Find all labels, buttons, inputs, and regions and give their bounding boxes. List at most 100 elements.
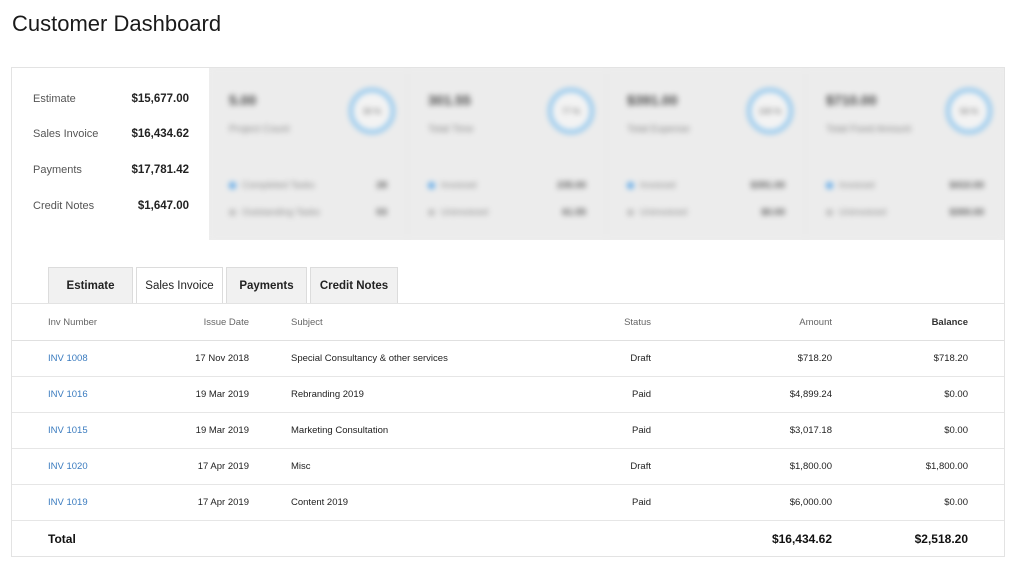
invoice-link[interactable]: INV 1020	[48, 461, 88, 472]
amount-cell: $6,000.00	[651, 484, 832, 521]
total-label: Total	[48, 532, 76, 546]
kpi-value: $391.00	[627, 92, 678, 108]
issue-date-cell: 17 Apr 2019	[132, 484, 249, 521]
subject-cell: Special Consultancy & other services	[249, 340, 549, 377]
kpi-card: $710.00 Total Fixed Amount 56 % Invoiced…	[806, 68, 1004, 240]
summary-value: $17,781.42	[131, 164, 189, 176]
subject-cell: Misc	[249, 448, 549, 485]
legend-dot-icon	[826, 209, 833, 216]
amount-cell: $718.20	[651, 340, 832, 377]
summary-row-sales-invoice: Sales Invoice $16,434.62	[33, 124, 189, 144]
kpi-value: $710.00	[826, 92, 877, 108]
header-balance[interactable]: Balance	[832, 304, 1004, 341]
summary-label: Sales Invoice	[33, 128, 99, 140]
header-amount[interactable]: Amount	[651, 304, 832, 341]
balance-cell: $1,800.00	[832, 448, 1004, 485]
kpi-card: 5.00 Project Count 30 % Completed Tasks …	[209, 68, 408, 240]
legend-label: Invoiced	[441, 180, 477, 191]
kpi-progress-ring: 100 %	[747, 88, 793, 134]
summary-value: $1,647.00	[137, 200, 189, 212]
kpi-legend-item: Completed Tasks	[229, 180, 315, 191]
legend-label: Uninvoiced	[441, 207, 488, 218]
empty-cell	[132, 521, 249, 558]
legend-value: 03	[376, 207, 387, 218]
kpi-legend-item: Invoiced	[826, 180, 874, 191]
inv-number-cell: INV 1015	[12, 412, 132, 449]
summary-card: Estimate $15,677.00 Sales Invoice $16,43…	[12, 68, 209, 240]
status-cell: Paid	[549, 376, 651, 413]
legend-label: Completed Tasks	[242, 180, 315, 191]
tab-sales-invoice[interactable]: Sales Invoice	[136, 267, 223, 304]
issue-date-cell: 17 Apr 2019	[132, 448, 249, 485]
invoice-link[interactable]: INV 1019	[48, 497, 88, 508]
issue-date-cell: 17 Nov 2018	[132, 340, 249, 377]
total-amount: $16,434.62	[771, 532, 832, 546]
kpi-legend-item: Invoiced	[627, 180, 675, 191]
kpi-label: Total Expense	[627, 124, 690, 135]
tab-estimate[interactable]: Estimate	[48, 267, 133, 303]
tab-credit-notes[interactable]: Credit Notes	[310, 267, 398, 303]
inv-number-cell: INV 1008	[12, 340, 132, 377]
table-row[interactable]: INV 1008 17 Nov 2018 Special Consultancy…	[12, 340, 1004, 377]
legend-dot-icon	[627, 209, 634, 216]
summary-label: Payments	[33, 164, 82, 176]
invoice-link[interactable]: INV 1008	[48, 353, 88, 364]
summary-value: $16,434.62	[131, 128, 189, 140]
kpi-legend-item: Uninvoiced	[627, 207, 687, 218]
legend-label: Uninvoiced	[839, 207, 886, 218]
legend-value: $391.00	[750, 180, 785, 191]
header-inv-number[interactable]: Inv Number	[12, 304, 132, 341]
table-row[interactable]: INV 1015 19 Mar 2019 Marketing Consultat…	[12, 412, 1004, 449]
legend-value: 61.55	[562, 207, 586, 218]
kpi-card: $391.00 Total Expense 100 % Invoiced $39…	[607, 68, 806, 240]
status-cell: Draft	[549, 340, 651, 377]
summary-row-estimate: Estimate $15,677.00	[33, 89, 189, 109]
header-issue-date[interactable]: Issue Date	[132, 304, 249, 341]
legend-dot-icon	[826, 182, 833, 189]
amount-cell: $3,017.18	[651, 412, 832, 449]
kpi-label: Project Count	[229, 124, 290, 135]
balance-cell: $0.00	[832, 412, 1004, 449]
legend-label: Outstanding Tasks	[242, 207, 320, 218]
table-header-row: Inv Number Issue Date Subject Status Amo…	[12, 304, 1004, 341]
legend-label: Uninvoiced	[640, 207, 687, 218]
summary-row-credit-notes: Credit Notes $1,647.00	[33, 196, 189, 216]
subject-cell: Content 2019	[249, 484, 549, 521]
invoice-table: Inv Number Issue Date Subject Status Amo…	[12, 304, 1004, 557]
legend-dot-icon	[229, 182, 236, 189]
invoice-link[interactable]: INV 1015	[48, 425, 88, 436]
legend-value: 28	[376, 180, 387, 191]
balance-cell: $0.00	[832, 376, 1004, 413]
kpi-progress-ring: 77 %	[548, 88, 594, 134]
empty-cell	[549, 521, 651, 558]
kpi-value: 301.55	[428, 92, 471, 108]
amount-cell: $4,899.24	[651, 376, 832, 413]
legend-value: $300.00	[949, 207, 984, 218]
invoice-link[interactable]: INV 1016	[48, 389, 88, 400]
legend-label: Invoiced	[640, 180, 676, 191]
subject-cell: Rebranding 2019	[249, 376, 549, 413]
table-row[interactable]: INV 1019 17 Apr 2019 Content 2019 Paid $…	[12, 484, 1004, 521]
subject-cell: Marketing Consultation	[249, 412, 549, 449]
table-total-row: Total $16,434.62 $2,518.20	[12, 521, 1004, 558]
legend-label: Invoiced	[839, 180, 875, 191]
kpi-progress-ring: 56 %	[946, 88, 992, 134]
legend-value: $0.00	[761, 207, 785, 218]
total-balance: $2,518.20	[914, 532, 968, 546]
table-row[interactable]: INV 1020 17 Apr 2019 Misc Draft $1,800.0…	[12, 448, 1004, 485]
legend-value: $410.00	[949, 180, 984, 191]
balance-cell: $718.20	[832, 340, 1004, 377]
status-cell: Paid	[549, 484, 651, 521]
tab-payments[interactable]: Payments	[226, 267, 307, 303]
header-subject[interactable]: Subject	[249, 304, 549, 341]
issue-date-cell: 19 Mar 2019	[132, 376, 249, 413]
kpi-label: Total Time	[428, 124, 474, 135]
inv-number-cell: INV 1019	[12, 484, 132, 521]
balance-cell: $0.00	[832, 484, 1004, 521]
dashboard-panel: Estimate $15,677.00 Sales Invoice $16,43…	[11, 67, 1005, 557]
table-row[interactable]: INV 1016 19 Mar 2019 Rebranding 2019 Pai…	[12, 376, 1004, 413]
header-status[interactable]: Status	[549, 304, 651, 341]
kpi-strip: 5.00 Project Count 30 % Completed Tasks …	[209, 68, 1004, 240]
legend-dot-icon	[229, 209, 236, 216]
empty-cell	[249, 521, 549, 558]
